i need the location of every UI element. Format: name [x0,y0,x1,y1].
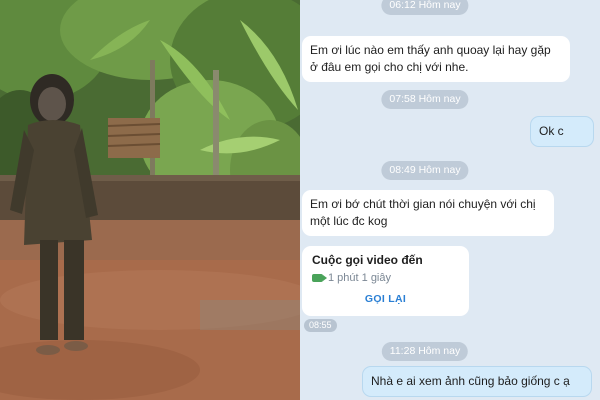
timestamp-1128: 11:28 Hôm nay [381,342,469,361]
outdoor-photo [0,0,300,400]
photo-panel [0,0,300,400]
timestamp-0612: 06:12 Hôm nay [381,0,469,15]
outgoing-message-1[interactable]: Ok c [530,116,594,147]
incoming-message-2[interactable]: Em ơi bớ chút thời gian nói chuyện với c… [302,190,554,236]
call-time: 08:55 [304,319,337,332]
call-title: Cuộc gọi video đến [312,253,423,267]
incoming-message-1[interactable]: Em ơi lúc nào em thấy anh quoay lại hay … [302,36,570,82]
outgoing-message-2[interactable]: Nhà e ai xem ảnh cũng bảo giống c ạ [362,366,592,397]
call-back-button[interactable]: GỌI LẠI [312,293,459,305]
video-call-card[interactable]: Cuộc gọi video đến 1 phút 1 giây GỌI LẠI [302,246,469,316]
timestamp-0758: 07:58 Hôm nay [381,90,469,109]
call-meta: 1 phút 1 giây [312,272,459,284]
call-duration: 1 phút 1 giây [328,272,391,284]
timestamp-0849: 08:49 Hôm nay [381,161,469,180]
video-camera-icon [312,274,327,282]
